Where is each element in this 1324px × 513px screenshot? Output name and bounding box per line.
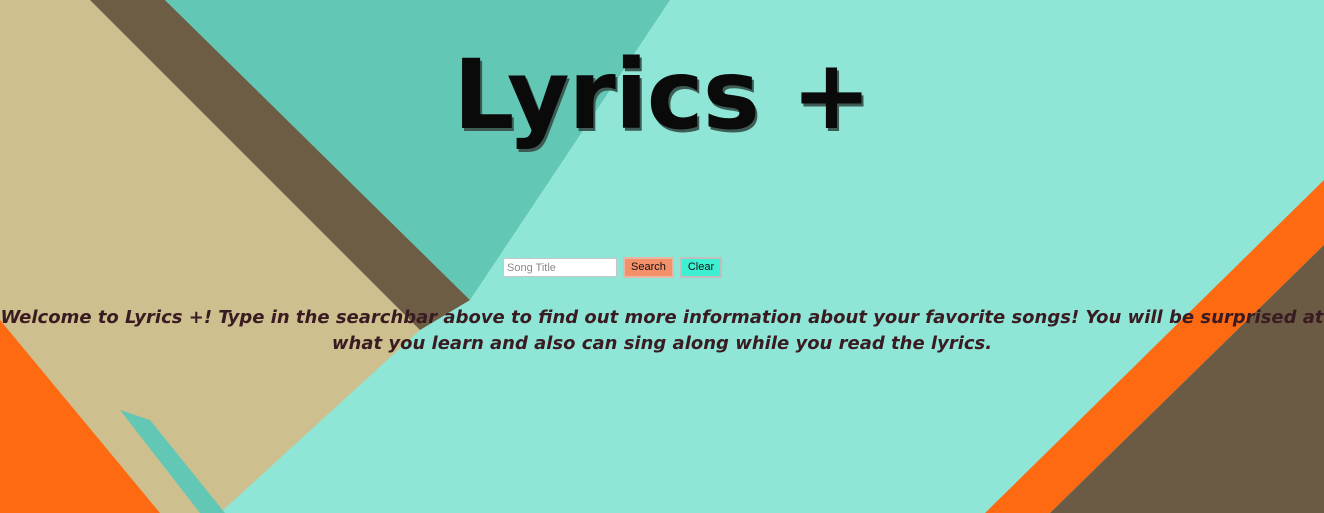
clear-button[interactable]: Clear bbox=[679, 257, 723, 278]
search-button[interactable]: Search bbox=[623, 257, 674, 278]
page-title: Lyrics + bbox=[453, 39, 871, 151]
welcome-message: Welcome to Lyrics +! Type in the searchb… bbox=[0, 307, 1324, 354]
song-title-input[interactable] bbox=[503, 258, 617, 277]
search-bar: Search Clear bbox=[503, 257, 723, 278]
